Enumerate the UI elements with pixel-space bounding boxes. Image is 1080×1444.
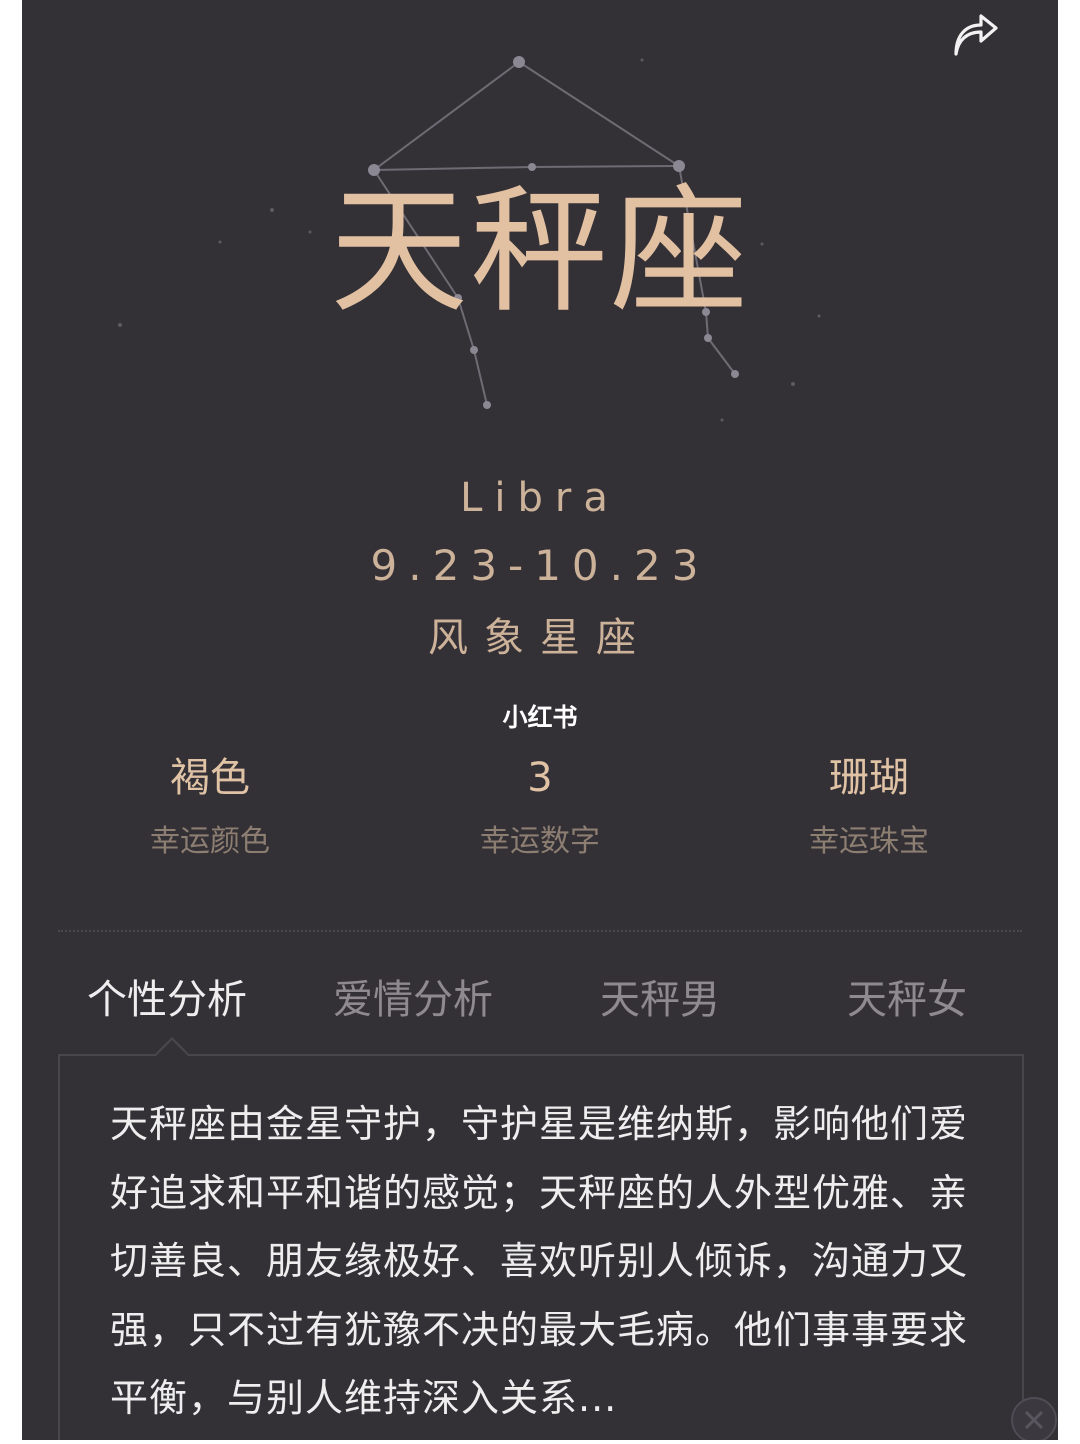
lucky-jewel-value: 珊瑚 xyxy=(829,755,909,801)
lucky-number-value: 3 xyxy=(527,755,553,801)
sign-english-name: Libra xyxy=(460,475,620,521)
lucky-number: 3 幸运数字 xyxy=(420,748,660,862)
sign-dates: 9.23-10.23 xyxy=(370,541,710,590)
sign-title: 天秤座 xyxy=(329,171,750,332)
close-button[interactable] xyxy=(1008,1394,1058,1443)
share-button[interactable] xyxy=(947,10,1003,62)
tab-libra-man[interactable]: 天秤男 xyxy=(600,962,720,1038)
lucky-jewel: 珊瑚 幸运珠宝 xyxy=(749,748,989,862)
analysis-tabs: 个性分析 爱情分析 天秤男 天秤女 xyxy=(22,962,1058,1042)
lucky-jewel-label: 幸运珠宝 xyxy=(809,824,929,859)
tab-love[interactable]: 爱情分析 xyxy=(333,962,493,1038)
lucky-number-label: 幸运数字 xyxy=(480,824,600,859)
watermark-logo: 小红书 xyxy=(502,703,578,732)
tab-personality[interactable]: 个性分析 xyxy=(87,962,247,1038)
section-divider xyxy=(58,930,1022,932)
analysis-panel: 天秤座由金星守护，守护星是维纳斯，影响他们爱好追求和平和谐的感觉；天秤座的人外型… xyxy=(58,1054,1024,1440)
share-arrow-icon xyxy=(954,14,998,56)
lucky-color-label: 幸运颜色 xyxy=(150,824,270,859)
horoscope-screen: 天秤座 Libra 9.23-10.23 风象星座 小红书 褐色 幸运颜色 3 … xyxy=(22,0,1058,1440)
sign-element: 风象星座 xyxy=(428,615,652,661)
lucky-color-value: 褐色 xyxy=(170,755,250,801)
close-icon xyxy=(1011,1397,1057,1443)
active-tab-indicator-fill xyxy=(156,1040,188,1056)
tab-libra-woman[interactable]: 天秤女 xyxy=(847,962,967,1038)
lucky-color: 褐色 幸运颜色 xyxy=(90,748,330,862)
analysis-text: 天秤座由金星守护，守护星是维纳斯，影响他们爱好追求和平和谐的感觉；天秤座的人外型… xyxy=(110,1102,969,1420)
